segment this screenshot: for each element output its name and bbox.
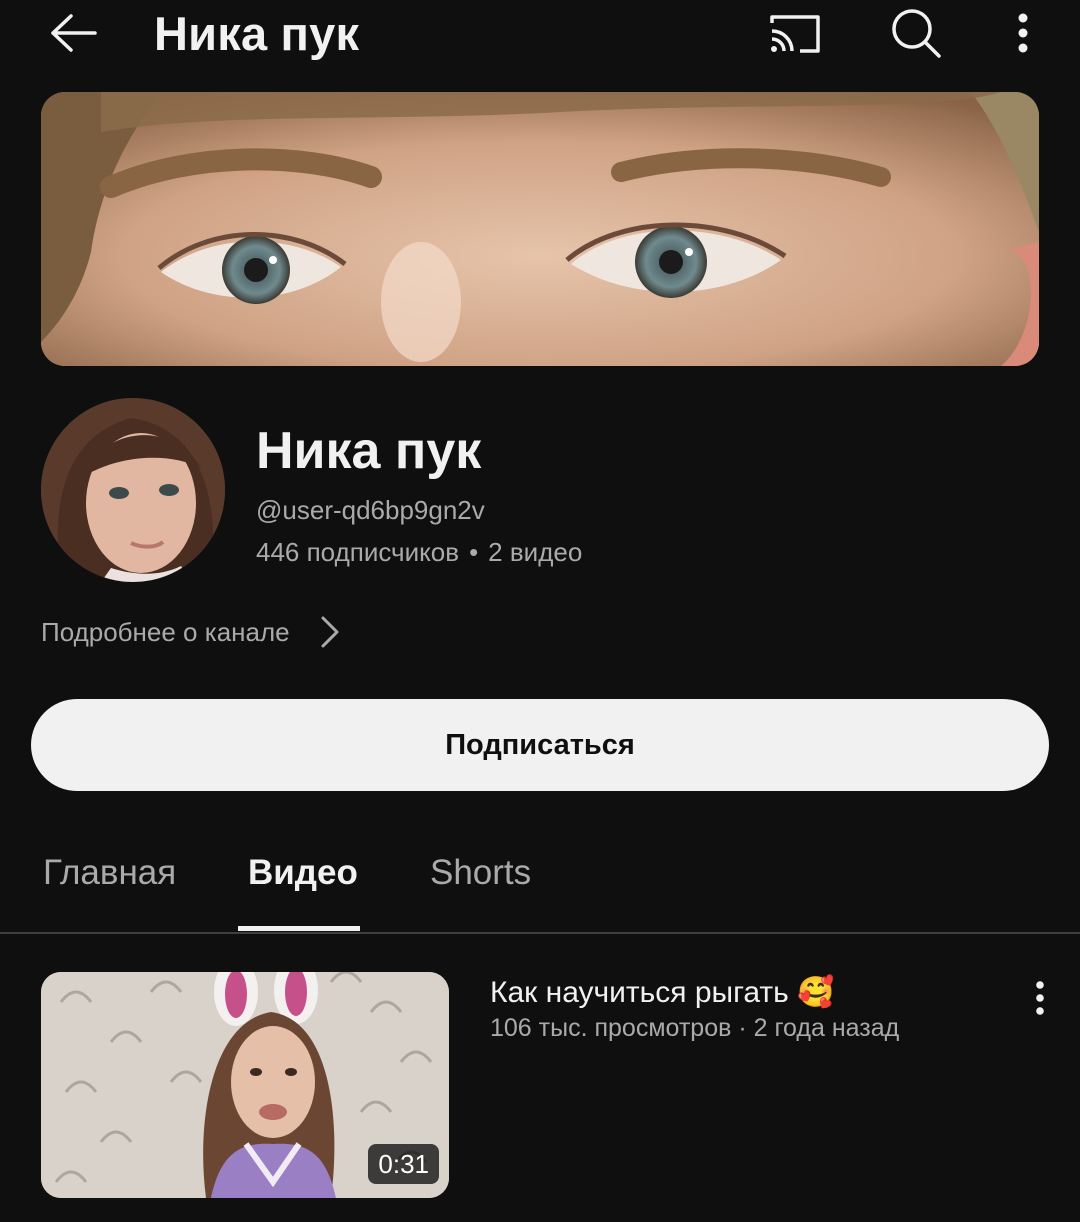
active-tab-indicator	[238, 926, 360, 931]
video-count: 2 видео	[488, 537, 583, 567]
video-meta: 106 тыс. просмотров · 2 года назад	[490, 1014, 900, 1042]
channel-name: Ника пук	[256, 422, 482, 480]
search-icon	[892, 9, 941, 58]
cast-button[interactable]	[762, 6, 826, 60]
video-duration: 0:31	[368, 1144, 439, 1184]
page-title: Ника пук	[154, 7, 360, 60]
video-thumbnail[interactable]: 0:31	[41, 972, 449, 1198]
banner-image	[41, 92, 1039, 366]
channel-banner	[41, 92, 1039, 366]
subscribe-button[interactable]: Подписаться	[31, 699, 1049, 791]
channel-handle: @user-qd6bp9gn2v	[256, 495, 485, 525]
subscriber-count: 446 подписчиков	[256, 537, 460, 567]
more-vert-icon	[1018, 13, 1028, 53]
tab-shorts[interactable]: Shorts	[430, 852, 531, 894]
search-button[interactable]	[886, 4, 946, 62]
about-channel-link[interactable]: Подробнее о канале	[41, 612, 340, 652]
video-title[interactable]: Как научиться рыгать 🥰	[490, 974, 835, 1012]
top-app-bar: Ника пук	[0, 0, 1080, 80]
tab-videos[interactable]: Видео	[248, 852, 358, 894]
cast-icon	[770, 15, 820, 53]
tab-home[interactable]: Главная	[43, 852, 176, 894]
video-more-button[interactable]	[1022, 976, 1058, 1020]
about-channel-label: Подробнее о канале	[41, 616, 290, 647]
more-options-button[interactable]	[1000, 6, 1046, 60]
back-arrow-icon	[51, 14, 97, 52]
channel-avatar[interactable]	[41, 398, 225, 582]
stats-separator: •	[469, 537, 479, 567]
channel-tabs: Главная Видео Shorts	[0, 830, 1080, 934]
avatar-image	[41, 398, 225, 582]
chevron-right-icon	[320, 615, 340, 649]
channel-stats: 446 подписчиков • 2 видео	[256, 535, 582, 569]
back-button[interactable]	[44, 6, 104, 60]
more-vert-icon	[1036, 981, 1044, 1015]
